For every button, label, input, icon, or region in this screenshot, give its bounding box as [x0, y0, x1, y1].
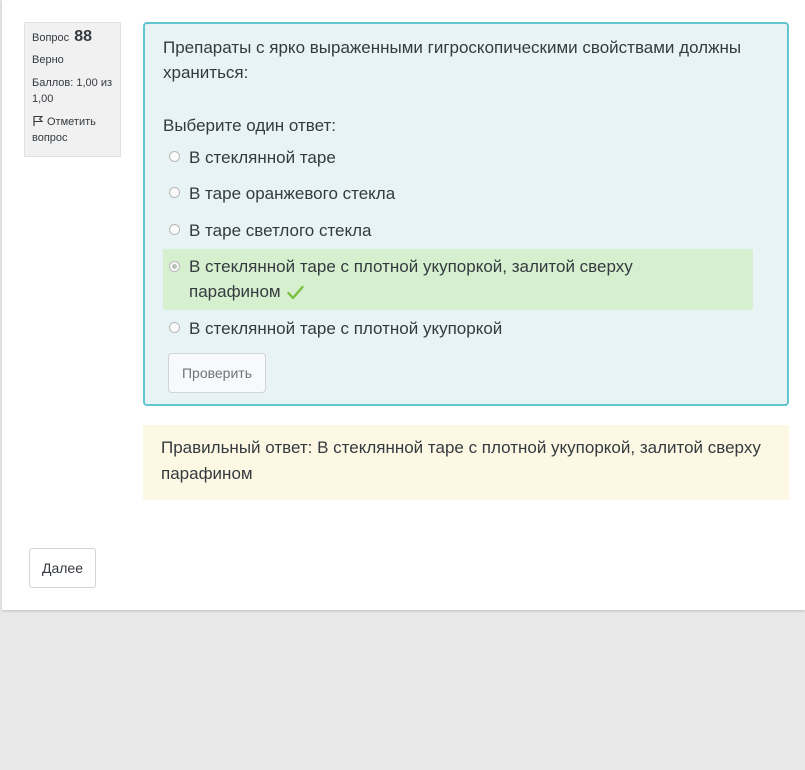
next-button[interactable]: Далее	[29, 548, 96, 588]
question-info-panel: Вопрос 88 Верно Баллов: 1,00 из 1,00 Отм…	[24, 22, 121, 157]
answer-radio-5[interactable]	[169, 322, 180, 333]
answer-label-4: В стеклянной таре с плотной укупоркой, з…	[189, 257, 633, 301]
question-number-value: 88	[74, 28, 93, 45]
answer-option-1[interactable]: В стеклянной таре	[163, 140, 753, 176]
answer-option-5[interactable]: В стеклянной таре с плотной укупоркой	[163, 310, 753, 346]
answer-radio-2[interactable]	[169, 187, 180, 198]
question-state: Верно	[32, 54, 64, 66]
question-content: Препараты с ярко выраженными гигроскопич…	[143, 22, 789, 406]
right-answer-feedback: Правильный ответ: В стеклянной таре с пл…	[143, 425, 789, 500]
right-answer-text: Правильный ответ: В стеклянной таре с пл…	[161, 438, 761, 483]
answer-option-3[interactable]: В таре светлого стекла	[163, 213, 753, 249]
question-text: Препараты с ярко выраженными гигроскопич…	[163, 38, 742, 82]
answer-radio-4[interactable]	[169, 261, 180, 272]
answer-radio-3[interactable]	[169, 224, 180, 235]
answer-label-1: В стеклянной таре	[189, 148, 336, 167]
answer-label-2: В таре оранжевого стекла	[189, 184, 396, 203]
flag-question-link[interactable]: Отметить вопрос	[32, 114, 113, 146]
check-button[interactable]: Проверить	[168, 353, 266, 393]
answer-list: В стеклянной таре В таре оранжевого стек…	[163, 140, 753, 346]
answer-option-4-correct[interactable]: В стеклянной таре с плотной укупоркой, з…	[163, 249, 753, 310]
question-label: Вопрос	[32, 32, 70, 44]
answer-radio-1[interactable]	[169, 151, 180, 162]
check-mark-icon	[287, 285, 305, 300]
answer-label-5: В стеклянной таре с плотной укупоркой	[189, 319, 503, 338]
answer-label-3: В таре светлого стекла	[189, 221, 372, 240]
question-number: Вопрос 88	[32, 29, 113, 51]
answer-prompt: Выберите один ответ:	[163, 116, 336, 135]
question-grade: Баллов: 1,00 из 1,00	[32, 77, 113, 105]
page-panel: Вопрос 88 Верно Баллов: 1,00 из 1,00 Отм…	[2, 0, 805, 610]
answer-option-2[interactable]: В таре оранжевого стекла	[163, 176, 753, 213]
flag-icon	[33, 115, 44, 126]
